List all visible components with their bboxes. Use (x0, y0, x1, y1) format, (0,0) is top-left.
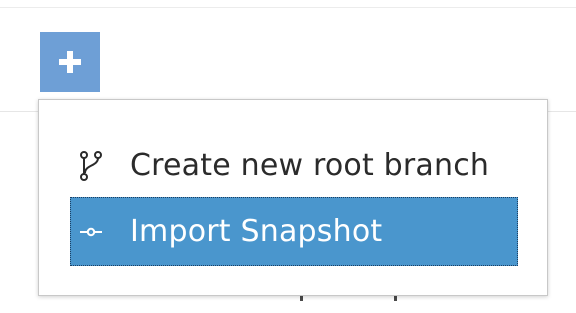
menu-item-label: Import Snapshot (130, 214, 383, 249)
menu-item-label: Create new root branch (130, 148, 490, 183)
menu-item-create-new-root-branch[interactable]: Create new root branch (70, 131, 518, 200)
menu-item-import-snapshot[interactable]: Import Snapshot (70, 197, 518, 266)
branch-icon (70, 150, 110, 181)
plus-icon (59, 51, 81, 73)
commit-icon (70, 226, 110, 238)
add-button[interactable] (40, 32, 100, 92)
top-divider (0, 7, 576, 8)
page: Create new root branch Import Snapshot (0, 0, 576, 313)
add-dropdown-menu: Create new root branch Import Snapshot (38, 99, 548, 296)
